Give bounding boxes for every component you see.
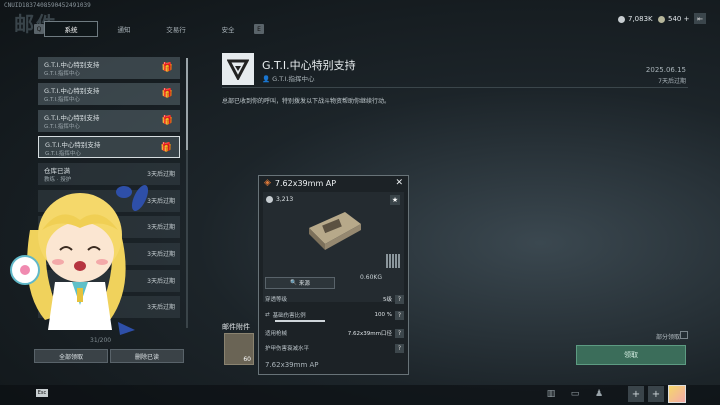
- mail-item-expire: 3天后过期: [147, 304, 175, 311]
- currency-gold-value: 540 +: [668, 15, 690, 23]
- stat-value: 100 %: [374, 312, 392, 318]
- esc-key-icon[interactable]: Esc: [36, 389, 48, 397]
- mail-item-title: G.T.I.中心特别支持: [44, 114, 100, 122]
- mail-count: 31/200: [90, 337, 112, 344]
- divider: [222, 87, 688, 88]
- mail-detail-sender: 👤 G.T.I.指挥中心: [262, 73, 315, 83]
- mascot-character: [10, 185, 149, 335]
- close-icon[interactable]: ✕: [395, 178, 403, 188]
- stat-label: 穿透等级: [265, 297, 288, 303]
- tab-next-key[interactable]: E: [254, 24, 264, 34]
- stat-value: 7.62x39mm口径: [347, 331, 392, 337]
- help-icon[interactable]: ?: [395, 343, 404, 353]
- attachments-label: 邮件附件: [222, 323, 250, 331]
- silver-coin-icon: [618, 15, 625, 23]
- stat-compatible-weapons: 适用枪械 7.62x39mm口径 ?: [265, 327, 404, 339]
- delete-read-button[interactable]: 删除已读: [110, 349, 184, 363]
- mail-item-title: G.T.I.中心特别支持: [44, 61, 100, 69]
- mail-item-sender: G.T.I.指挥中心: [45, 151, 81, 157]
- grid-size-icon: [386, 254, 400, 268]
- gold-coin-icon: [658, 15, 665, 23]
- stat-armor-damage: 护甲伤害衰减水平 ?: [265, 342, 404, 354]
- favorite-star-icon[interactable]: ★: [390, 195, 400, 205]
- add-icon[interactable]: +: [648, 386, 664, 402]
- mail-item-expire: 3天后过期: [147, 171, 175, 178]
- source-label: 来源: [298, 281, 310, 287]
- item-price: 3,213: [266, 196, 293, 203]
- friends-icon[interactable]: ♟: [592, 387, 606, 401]
- ammo-box-image: [309, 212, 361, 250]
- help-icon[interactable]: ?: [395, 294, 404, 304]
- mail-item-expire: 3天后过期: [147, 198, 175, 205]
- mail-item-title: G.T.I.中心特别支持: [44, 87, 100, 95]
- mail-item[interactable]: G.T.I.中心特别支持 G.T.I.指挥中心 🎁: [38, 110, 180, 132]
- chat-icon[interactable]: ▭: [568, 387, 582, 401]
- item-tooltip: ◈ 7.62x39mm AP ✕ 3,213 ★ 0.60KG 🔍 来源 穿透等…: [258, 175, 409, 375]
- scrollbar-thumb[interactable]: [186, 58, 188, 150]
- mail-tabs: Q 系统 通知 交易行 安全 E: [34, 21, 264, 37]
- item-weight: 0.60KG: [360, 274, 382, 281]
- search-icon: 🔍: [290, 280, 297, 286]
- item-name: 7.62x39mm AP: [274, 178, 337, 188]
- silver-coin-icon: [266, 196, 273, 203]
- stat-label: 基础伤害比例: [272, 313, 306, 319]
- item-footer-name: 7.62x39mm AP: [265, 361, 319, 369]
- sender-name: G.T.I.指挥中心: [272, 75, 315, 83]
- tab-prev-key[interactable]: Q: [34, 24, 44, 34]
- item-tooltip-header: ◈ 7.62x39mm AP ✕: [259, 176, 408, 190]
- item-price-value: 3,213: [276, 196, 294, 203]
- tab-system[interactable]: 系统: [44, 21, 98, 37]
- person-icon: 👤: [262, 75, 271, 83]
- stats-icon[interactable]: ▥: [544, 387, 558, 401]
- mail-item-sender: G.T.I.指挥中心: [44, 97, 80, 103]
- gift-icon: 🎁: [161, 89, 173, 99]
- help-icon[interactable]: ?: [395, 328, 404, 338]
- mail-item-sender: G.T.I.指挥中心: [44, 124, 80, 130]
- mail-item-expire: 3天后过期: [147, 224, 175, 231]
- mail-item-expire: 3天后过期: [147, 251, 175, 258]
- mail-item-selected[interactable]: G.T.I.中心特别支持 G.T.I.指挥中心 🎁: [38, 136, 180, 158]
- claim-all-button[interactable]: 全部领取: [34, 349, 108, 363]
- mail-item[interactable]: G.T.I.中心特别支持 G.T.I.指挥中心 🎁: [38, 83, 180, 105]
- stat-value: 5级: [383, 297, 392, 303]
- stat-penetration: 穿透等级 5级 ?: [265, 293, 404, 305]
- source-button[interactable]: 🔍 来源: [265, 277, 335, 289]
- currency-gold[interactable]: 540 +: [658, 15, 689, 23]
- mail-item[interactable]: G.T.I.中心特别支持 G.T.I.指挥中心 🎁: [38, 57, 180, 79]
- attachment-slot[interactable]: 60: [224, 333, 254, 365]
- partial-claim-checkbox[interactable]: [680, 331, 688, 339]
- back-icon[interactable]: ⇤: [694, 13, 706, 24]
- mail-item-expire: 3天后过期: [147, 278, 175, 285]
- damage-ratio-bar: [275, 320, 325, 322]
- partial-claim-label: 部分领取: [655, 334, 680, 341]
- mail-item-sender: G.T.I.指挥中心: [44, 71, 80, 77]
- gift-icon: 🎁: [160, 143, 172, 153]
- gift-icon: 🎁: [161, 63, 173, 73]
- mail-detail-title: G.T.I.中心特别支持: [262, 59, 356, 72]
- currency-silver-value: 7,083K: [628, 15, 653, 23]
- claim-button[interactable]: 领取: [576, 345, 686, 365]
- add-icon[interactable]: +: [628, 386, 644, 402]
- damage-icon: ⇄: [265, 312, 270, 318]
- ammo-type-icon: ◈: [264, 178, 271, 188]
- avatar[interactable]: [668, 385, 686, 403]
- tab-notice[interactable]: 通知: [98, 21, 150, 37]
- attachment-count: 60: [243, 356, 251, 363]
- mail-detail-body: 总部已收到你的呼叫，特别拨发以下战斗物资帮助你继续行动。: [222, 98, 391, 105]
- gti-logo: [222, 53, 254, 85]
- mail-list-scrollbar[interactable]: [186, 58, 188, 328]
- currency-silver: 7,083K: [618, 15, 653, 23]
- stat-label: 适用枪械: [265, 331, 288, 337]
- help-icon[interactable]: ?: [395, 310, 404, 320]
- mail-detail-expire: 7天后过期: [658, 78, 686, 85]
- tab-trade[interactable]: 交易行: [150, 21, 202, 37]
- mail-detail-date: 2025.06.15: [645, 66, 686, 74]
- gift-icon: 🎁: [161, 116, 173, 126]
- stat-label: 护甲伤害衰减水平: [265, 346, 310, 352]
- bottom-bar: [0, 385, 720, 405]
- gti-logo-icon: [227, 59, 249, 80]
- mail-item-title: G.T.I.中心特别支持: [45, 141, 101, 149]
- tab-security[interactable]: 安全: [202, 21, 254, 37]
